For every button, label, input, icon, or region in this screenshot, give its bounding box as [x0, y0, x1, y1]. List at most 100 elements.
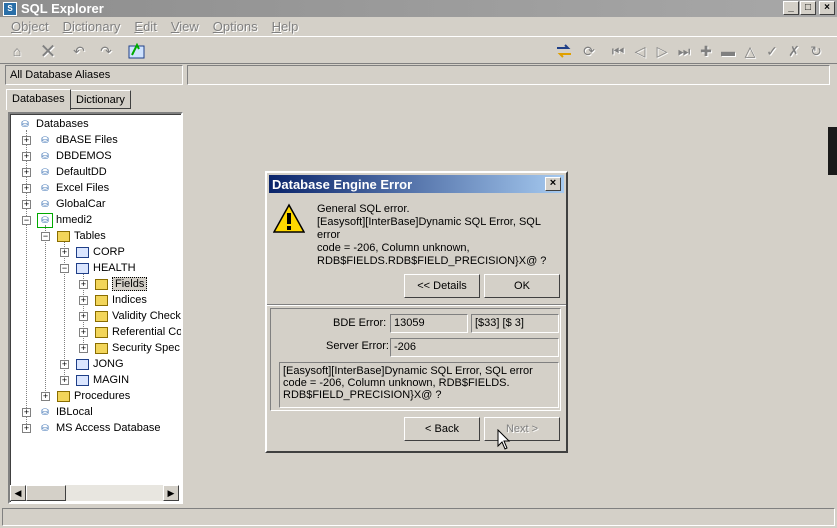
expand-icon[interactable]: +	[22, 200, 31, 209]
delete-record-icon[interactable]: ▬	[717, 40, 739, 62]
details-button[interactable]: << Details	[404, 274, 480, 298]
open-icon[interactable]: ⌂	[6, 40, 28, 62]
table-icon	[76, 374, 89, 386]
tree-item-excel[interactable]: ⛁ Excel Files	[38, 180, 109, 196]
tree-item-security[interactable]: Security Spec	[95, 340, 180, 356]
expand-icon[interactable]: +	[22, 184, 31, 193]
expand-icon[interactable]: +	[60, 248, 69, 257]
back-button[interactable]: < Back	[404, 417, 480, 441]
query-icon[interactable]	[126, 40, 148, 62]
database-icon: ⛁	[41, 134, 49, 145]
refresh-data-icon[interactable]: ↻	[805, 40, 827, 62]
bde-error-context: [$33] [$ 3]	[471, 314, 559, 333]
folder-icon	[95, 294, 108, 306]
alias-selector[interactable]: All Database Aliases	[5, 65, 183, 85]
delete-icon[interactable]: ✕	[37, 40, 59, 63]
status-bar	[2, 508, 835, 526]
expand-icon[interactable]: +	[79, 280, 88, 289]
tree-item-procedures[interactable]: Procedures	[57, 388, 130, 404]
ok-button[interactable]: OK	[484, 274, 560, 298]
tree-item-dbase[interactable]: ⛁ dBASE Files	[38, 132, 118, 148]
tree-item-jong[interactable]: JONG	[76, 356, 124, 372]
maximize-button[interactable]: □	[800, 1, 816, 15]
undo-icon[interactable]: ↶	[68, 40, 90, 62]
tree-item-corp[interactable]: CORP	[76, 244, 125, 260]
expand-icon[interactable]: +	[22, 152, 31, 161]
menu-edit[interactable]: Edit	[134, 19, 156, 34]
next-button[interactable]: Next >	[484, 417, 560, 441]
refresh-icon[interactable]	[553, 40, 575, 62]
expand-icon[interactable]: +	[22, 408, 31, 417]
object-path-bar	[187, 65, 830, 85]
window-title: SQL Explorer	[21, 1, 104, 16]
first-icon[interactable]: ⏮	[607, 40, 629, 62]
tree-item-health[interactable]: HEALTH	[76, 260, 136, 276]
database-icon: ⛁	[41, 406, 49, 417]
close-button[interactable]: ×	[819, 1, 835, 15]
tree-item-msaccess[interactable]: ⛁ MS Access Database	[38, 420, 160, 436]
expand-icon[interactable]: +	[60, 376, 69, 385]
tree-horizontal-scrollbar[interactable]: ◀ ▶	[10, 485, 179, 501]
minimize-button[interactable]: _	[783, 1, 799, 15]
tree-item-magin[interactable]: MAGIN	[76, 372, 129, 388]
menu-bar: Object Dictionary Edit View Options Help	[0, 17, 837, 36]
next-icon[interactable]: ▷	[651, 40, 673, 62]
tree-item-globalcar[interactable]: ⛁ GlobalCar	[38, 196, 105, 212]
cancel-icon[interactable]: ✗	[783, 40, 805, 62]
scroll-left-icon[interactable]: ◀	[10, 485, 26, 501]
tree-item-tables[interactable]: Tables	[57, 228, 106, 244]
collapse-icon[interactable]: −	[22, 216, 31, 225]
databases-icon: ⛁	[21, 118, 29, 129]
tab-databases[interactable]: Databases	[6, 89, 71, 110]
scroll-thumb[interactable]	[26, 485, 66, 501]
tree-item-indices[interactable]: Indices	[95, 292, 147, 308]
tree-item-iblocal[interactable]: ⛁ IBLocal	[38, 404, 92, 420]
app-icon: S	[3, 1, 17, 16]
tree-root[interactable]: ⛁ Databases	[18, 116, 88, 132]
folder-icon	[95, 342, 108, 354]
expand-icon[interactable]: +	[79, 344, 88, 353]
expand-icon[interactable]: +	[79, 328, 88, 337]
tree-item-hmedi2[interactable]: ⛁ hmedi2	[37, 212, 92, 228]
database-icon: ⛁	[41, 150, 49, 161]
menu-dictionary[interactable]: Dictionary	[63, 19, 121, 34]
expand-icon[interactable]: +	[60, 360, 69, 369]
redo-icon[interactable]: ↷	[95, 40, 117, 62]
dialog-close-button[interactable]: ×	[545, 177, 561, 191]
sync-icon[interactable]: ⟳	[578, 40, 600, 62]
expand-icon[interactable]: +	[22, 136, 31, 145]
tab-dictionary[interactable]: Dictionary	[70, 90, 131, 109]
menu-options[interactable]: Options	[213, 19, 258, 34]
folder-icon	[57, 390, 70, 402]
dialog-separator	[267, 304, 566, 306]
expand-icon[interactable]: +	[79, 296, 88, 305]
collapse-icon[interactable]: −	[41, 232, 50, 241]
error-text-box[interactable]: [Easysoft][InterBase]Dynamic SQL Error, …	[279, 362, 559, 408]
error-message: General SQL error. [Easysoft][InterBase]…	[317, 203, 547, 267]
database-tree[interactable]: ⛁ Databases + ⛁ dBASE Files + ⛁ DBDEMOS + …	[8, 112, 183, 504]
tree-item-validity[interactable]: Validity Check	[95, 308, 181, 324]
tree-item-defaultdd[interactable]: ⛁ DefaultDD	[38, 164, 107, 180]
last-icon[interactable]: ⏭	[673, 40, 695, 62]
expand-icon[interactable]: +	[79, 312, 88, 321]
bde-error-label: BDE Error:	[333, 317, 387, 329]
tree-item-referential[interactable]: Referential Co	[95, 324, 181, 340]
tree-item-fields[interactable]: Fields	[95, 276, 148, 292]
dialog-title-bar: Database Engine Error ×	[269, 175, 564, 193]
table-icon	[76, 246, 89, 258]
menu-object[interactable]: Object	[11, 19, 49, 34]
tree-item-dbdemos[interactable]: ⛁ DBDEMOS	[38, 148, 111, 164]
alias-label: All Database Aliases	[10, 69, 111, 81]
edit-icon[interactable]: △	[739, 40, 761, 62]
prior-icon[interactable]: ◁	[629, 40, 651, 62]
insert-icon[interactable]: ✚	[695, 40, 717, 62]
menu-help[interactable]: Help	[272, 19, 299, 34]
post-icon[interactable]: ✓	[761, 40, 783, 62]
folder-icon	[95, 310, 108, 322]
expand-icon[interactable]: +	[22, 168, 31, 177]
expand-icon[interactable]: +	[22, 424, 31, 433]
collapse-icon[interactable]: −	[60, 264, 69, 273]
menu-view[interactable]: View	[171, 19, 199, 34]
scroll-right-icon[interactable]: ▶	[163, 485, 179, 501]
expand-icon[interactable]: +	[41, 392, 50, 401]
